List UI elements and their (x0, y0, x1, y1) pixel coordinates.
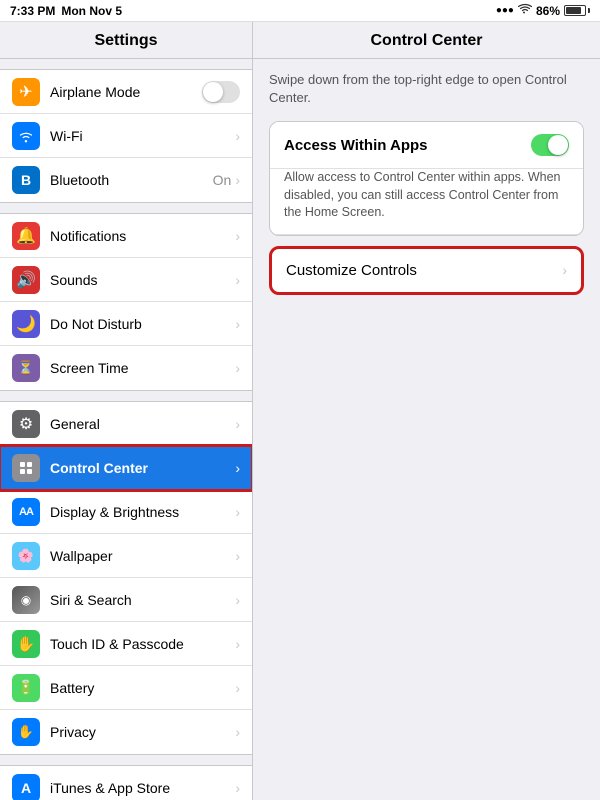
settings-group-system1: 🔔 Notifications › 🔊 Sounds › 🌙 Do Not Di… (0, 213, 252, 391)
sidebar-item-display-brightness[interactable]: AA Display & Brightness › (0, 490, 252, 534)
do-not-disturb-chevron: › (235, 316, 240, 332)
bluetooth-icon: B (12, 166, 40, 194)
battery-percentage: 86% (536, 4, 560, 18)
settings-group-connectivity: ✈ Airplane Mode Wi-Fi › (0, 69, 252, 203)
screen-time-icon: ⏳ (12, 354, 40, 382)
privacy-label: Privacy (50, 724, 235, 740)
display-brightness-chevron: › (235, 504, 240, 520)
control-center-chevron: › (235, 460, 240, 476)
sounds-label: Sounds (50, 272, 235, 288)
right-panel-title: Control Center (253, 22, 600, 59)
general-chevron: › (235, 416, 240, 432)
sidebar-item-do-not-disturb[interactable]: 🌙 Do Not Disturb › (0, 302, 252, 346)
sidebar-item-itunes[interactable]: A iTunes & App Store › (0, 766, 252, 800)
settings-group-system3: A iTunes & App Store › (0, 765, 252, 800)
airplane-mode-toggle[interactable] (202, 81, 240, 103)
airplane-mode-toggle-knob (203, 82, 223, 102)
battery-label: Battery (50, 680, 235, 696)
airplane-mode-icon: ✈ (12, 78, 40, 106)
signal-icon: ●●● (496, 5, 514, 16)
sidebar: Settings ✈ Airplane Mode (0, 22, 253, 800)
battery-chevron: › (235, 680, 240, 696)
notifications-icon: 🔔 (12, 222, 40, 250)
wallpaper-icon: 🌸 (12, 542, 40, 570)
privacy-chevron: › (235, 724, 240, 740)
customize-controls-row[interactable]: Customize Controls › (269, 246, 584, 295)
siri-search-chevron: › (235, 592, 240, 608)
sidebar-item-privacy[interactable]: ✋ Privacy › (0, 710, 252, 754)
customize-controls-chevron: › (562, 262, 567, 278)
access-within-apps-toggle[interactable] (531, 134, 569, 156)
bluetooth-label: Bluetooth (50, 172, 213, 188)
sounds-icon: 🔊 (12, 266, 40, 294)
right-panel: Control Center Swipe down from the top-r… (253, 22, 600, 800)
itunes-icon: A (12, 774, 40, 800)
right-panel-content: Swipe down from the top-right edge to op… (253, 59, 600, 317)
access-within-apps-label: Access Within Apps (284, 137, 531, 154)
notifications-chevron: › (235, 228, 240, 244)
battery-settings-icon: 🔋 (12, 674, 40, 702)
customize-controls-label: Customize Controls (286, 262, 562, 279)
privacy-icon: ✋ (12, 718, 40, 746)
wifi-label: Wi-Fi (50, 128, 235, 144)
touch-id-icon: ✋ (12, 630, 40, 658)
sidebar-item-battery[interactable]: 🔋 Battery › (0, 666, 252, 710)
general-label: General (50, 416, 235, 432)
status-bar: 7:33 PM Mon Nov 5 ●●● 86% (0, 0, 600, 22)
display-brightness-icon: AA (12, 498, 40, 526)
sidebar-item-screen-time[interactable]: ⏳ Screen Time › (0, 346, 252, 390)
access-within-apps-description: Allow access to Control Center within ap… (270, 169, 583, 235)
settings-group-system2: ⚙ General › Control Center › AA (0, 401, 252, 755)
control-center-label: Control Center (50, 460, 235, 476)
wifi-icon (518, 3, 532, 18)
sidebar-item-touch-id[interactable]: ✋ Touch ID & Passcode › (0, 622, 252, 666)
swipe-description: Swipe down from the top-right edge to op… (269, 71, 584, 107)
sounds-chevron: › (235, 272, 240, 288)
time-display: 7:33 PM (10, 4, 55, 18)
touch-id-label: Touch ID & Passcode (50, 636, 235, 652)
sidebar-item-wifi[interactable]: Wi-Fi › (0, 114, 252, 158)
do-not-disturb-icon: 🌙 (12, 310, 40, 338)
wallpaper-label: Wallpaper (50, 548, 235, 564)
wifi-chevron: › (235, 128, 240, 144)
notifications-label: Notifications (50, 228, 235, 244)
date-display: Mon Nov 5 (61, 4, 122, 18)
access-within-apps-row[interactable]: Access Within Apps (270, 122, 583, 169)
sidebar-item-wallpaper[interactable]: 🌸 Wallpaper › (0, 534, 252, 578)
itunes-chevron: › (235, 780, 240, 796)
sidebar-item-siri-search[interactable]: ◉ Siri & Search › (0, 578, 252, 622)
main-layout: Settings ✈ Airplane Mode (0, 22, 600, 800)
airplane-mode-label: Airplane Mode (50, 84, 202, 100)
access-within-apps-group: Access Within Apps Allow access to Contr… (269, 121, 584, 236)
sidebar-item-control-center[interactable]: Control Center › (0, 446, 252, 490)
control-center-icon (12, 454, 40, 482)
screen-time-chevron: › (235, 360, 240, 376)
sidebar-item-airplane-mode[interactable]: ✈ Airplane Mode (0, 70, 252, 114)
touch-id-chevron: › (235, 636, 240, 652)
sidebar-item-sounds[interactable]: 🔊 Sounds › (0, 258, 252, 302)
display-brightness-label: Display & Brightness (50, 504, 235, 520)
bluetooth-value: On (213, 172, 232, 188)
siri-search-label: Siri & Search (50, 592, 235, 608)
general-icon: ⚙ (12, 410, 40, 438)
wifi-settings-icon (12, 122, 40, 150)
battery-icon (564, 5, 590, 16)
sidebar-item-general[interactable]: ⚙ General › (0, 402, 252, 446)
do-not-disturb-label: Do Not Disturb (50, 316, 235, 332)
screen-time-label: Screen Time (50, 360, 235, 376)
itunes-label: iTunes & App Store (50, 780, 235, 796)
wallpaper-chevron: › (235, 548, 240, 564)
siri-search-icon: ◉ (12, 586, 40, 614)
bluetooth-chevron: › (235, 172, 240, 188)
sidebar-item-notifications[interactable]: 🔔 Notifications › (0, 214, 252, 258)
access-within-apps-toggle-knob (548, 135, 568, 155)
sidebar-title: Settings (0, 22, 252, 59)
sidebar-item-bluetooth[interactable]: B Bluetooth On › (0, 158, 252, 202)
